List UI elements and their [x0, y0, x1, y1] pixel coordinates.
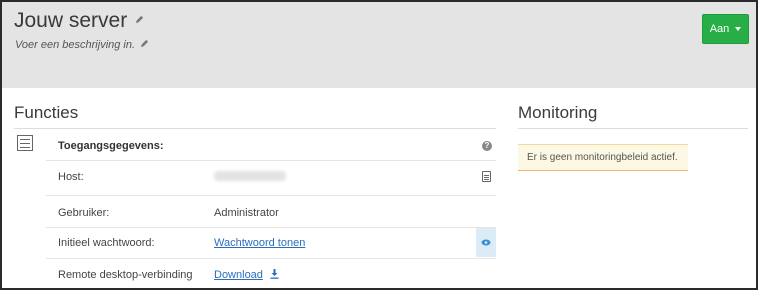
server-title-text: Jouw server — [14, 9, 128, 32]
server-description[interactable]: Voer een beschrijving in. — [15, 39, 149, 51]
copy-icon[interactable] — [482, 171, 491, 182]
row-divider — [46, 160, 496, 161]
functions-heading: Functies — [14, 103, 79, 122]
row-divider — [46, 195, 496, 196]
show-password-toggle[interactable] — [476, 228, 496, 257]
power-state-dropdown-button[interactable]: Aan — [702, 14, 749, 44]
monitoring-alert: Er is geen monitoringbeleid actief. — [518, 144, 688, 171]
edit-description-pencil-icon[interactable] — [140, 39, 149, 48]
caret-down-icon — [735, 27, 742, 31]
edit-title-pencil-icon[interactable] — [135, 15, 144, 24]
server-header: Jouw server Voer een beschrijving in. Aa… — [2, 2, 756, 88]
server-description-text: Voer een beschrijving in. — [15, 39, 136, 51]
monitoring-heading: Monitoring — [518, 103, 598, 122]
initial-password-label: Initieel wachtwoord: — [58, 237, 155, 249]
power-state-label: Aan — [709, 23, 730, 35]
access-credentials-heading: Toegangsgegevens: — [58, 140, 164, 152]
host-value-redacted — [214, 171, 286, 184]
rdp-label: Remote desktop-verbinding — [58, 269, 193, 281]
user-value: Administrator — [214, 207, 279, 219]
monitoring-divider — [518, 128, 748, 129]
rdp-download[interactable]: Download — [214, 268, 279, 281]
eye-icon — [481, 239, 491, 246]
show-password-link[interactable]: Wachtwoord tonen — [214, 237, 305, 249]
list-icon — [17, 135, 33, 151]
functions-divider — [14, 128, 496, 129]
help-icon[interactable]: ? — [482, 141, 492, 151]
server-detail-panel: Jouw server Voer een beschrijving in. Aa… — [0, 0, 758, 290]
row-divider — [46, 227, 496, 228]
host-label: Host: — [58, 171, 84, 183]
user-label: Gebruiker: — [58, 207, 110, 219]
row-divider — [46, 258, 496, 259]
download-link[interactable]: Download — [214, 269, 263, 281]
server-title[interactable]: Jouw server — [14, 9, 144, 33]
download-icon[interactable] — [270, 268, 279, 279]
